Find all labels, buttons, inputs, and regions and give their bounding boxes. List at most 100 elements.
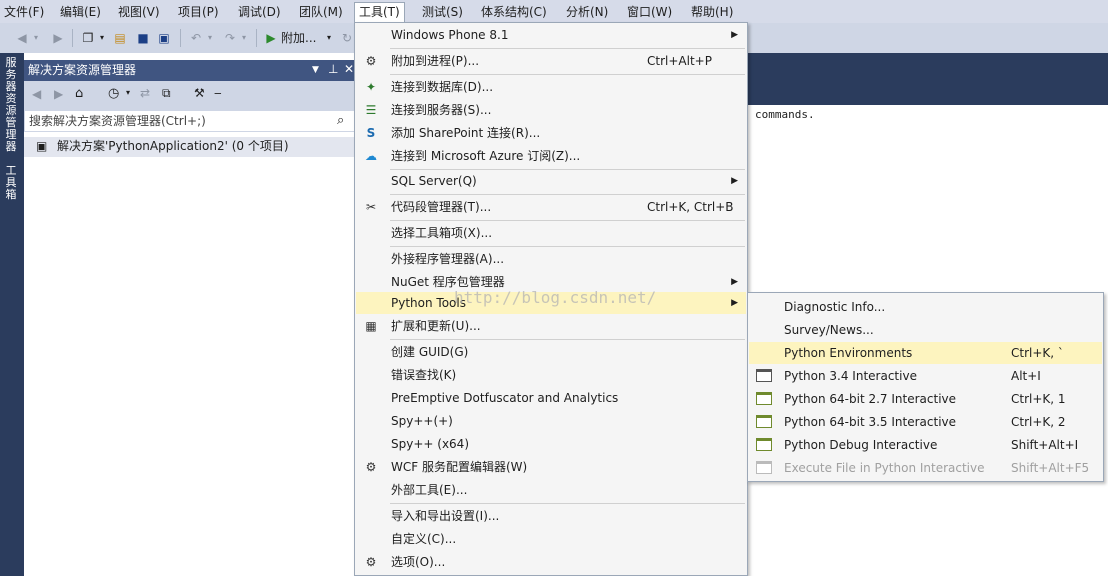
attach-button[interactable]: 附加... xyxy=(281,29,325,47)
menu-item-wcf-editor[interactable]: ⚙ WCF 服务配置编辑器(W) xyxy=(356,456,746,478)
chevron-down-icon[interactable]: ▾ xyxy=(325,29,333,47)
menu-help[interactable]: 帮助(H) xyxy=(687,2,737,22)
menu-debug[interactable]: 调试(D) xyxy=(234,2,285,22)
submenu-item-survey-news[interactable]: Survey/News... xyxy=(749,319,1102,341)
collapse-all-icon[interactable]: ⧉ xyxy=(162,86,171,101)
submenu-item-python-64-35-interactive[interactable]: Python 64-bit 3.5 Interactive Ctrl+K, 2 xyxy=(749,411,1102,433)
panel-title: 解决方案资源管理器 xyxy=(28,63,137,77)
forward-icon[interactable]: ▶ xyxy=(50,29,66,47)
submenu-item-python-environments[interactable]: Python Environments Ctrl+K, ` xyxy=(749,342,1102,364)
sharepoint-icon: S xyxy=(366,126,376,140)
open-folder-icon[interactable]: ▤ xyxy=(112,29,128,47)
menu-item-attach-to-process[interactable]: ⚙ 附加到进程(P)... Ctrl+Alt+P xyxy=(356,50,746,72)
menu-item-connect-server[interactable]: ☰ 连接到服务器(S)... xyxy=(356,99,746,121)
menu-item-windows-phone[interactable]: Windows Phone 8.1 ▶ xyxy=(356,24,746,46)
chevron-down-icon[interactable]: ▾ xyxy=(206,29,214,47)
preview-icon[interactable]: ‒ xyxy=(214,86,222,100)
server-explorer-tab[interactable]: 服务器资源管理器 xyxy=(2,57,20,153)
menu-item-customize[interactable]: 自定义(C)... xyxy=(356,528,746,550)
menu-item-addin-manager[interactable]: 外接程序管理器(A)... xyxy=(356,248,746,270)
home-icon[interactable]: ⌂ xyxy=(75,86,83,101)
menu-bar: 文件(F) 编辑(E) 视图(V) 项目(P) 调试(D) 团队(M) 工具(T… xyxy=(0,0,1108,23)
properties-wrench-icon[interactable]: ⚒ xyxy=(194,86,205,100)
forward-icon[interactable]: ▶ xyxy=(54,87,63,101)
submenu-item-execute-file-interactive[interactable]: Execute File in Python Interactive Shift… xyxy=(749,457,1102,479)
menu-item-spy[interactable]: Spy++(+) xyxy=(356,410,746,432)
menu-analyze[interactable]: 分析(N) xyxy=(562,2,612,22)
history-icon[interactable]: ◷ xyxy=(108,86,119,101)
window-icon xyxy=(756,461,772,474)
extensions-icon: ▦ xyxy=(365,319,377,333)
solution-icon: ▣ xyxy=(36,139,48,153)
sync-icon[interactable]: ⇄ xyxy=(140,86,150,100)
menu-item-spy-x64[interactable]: Spy++ (x64) xyxy=(356,433,746,455)
document-text: commands. xyxy=(755,108,815,121)
menu-item-sharepoint[interactable]: S 添加 SharePoint 连接(R)... xyxy=(356,122,746,144)
save-all-icon[interactable]: ▣ xyxy=(156,29,172,47)
save-icon[interactable]: ■ xyxy=(135,29,151,47)
start-icon[interactable]: ▶ xyxy=(264,29,278,47)
chevron-down-icon[interactable]: ▼ xyxy=(312,63,319,78)
menu-team[interactable]: 团队(M) xyxy=(295,2,347,22)
refresh-icon[interactable]: ↻ xyxy=(340,29,354,47)
menu-item-import-export[interactable]: 导入和导出设置(I)... xyxy=(356,505,746,527)
menu-item-options[interactable]: ⚙ 选项(O)... xyxy=(356,551,746,573)
back-icon[interactable]: ◀ xyxy=(14,29,30,47)
solution-explorer-toolbar: ◀ ▶ ⌂ ◷ ▾ ⇄ ⧉ ⚒ ‒ xyxy=(24,81,359,110)
chevron-down-icon[interactable]: ▾ xyxy=(240,29,248,47)
menu-tools[interactable]: 工具(T) xyxy=(354,2,405,23)
solution-explorer-search[interactable]: 搜索解决方案资源管理器(Ctrl+;) ⌕ xyxy=(24,110,359,132)
chevron-down-icon[interactable]: ▾ xyxy=(32,29,40,47)
submenu-item-python-64-27-interactive[interactable]: Python 64-bit 2.7 Interactive Ctrl+K, 1 xyxy=(749,388,1102,410)
python-tools-submenu: Diagnostic Info... Survey/News... Python… xyxy=(747,292,1104,482)
menu-item-connect-database[interactable]: ✦ 连接到数据库(D)... xyxy=(356,76,746,98)
menu-item-choose-toolbox[interactable]: 选择工具箱项(X)... xyxy=(356,222,746,244)
menu-item-azure[interactable]: ☁ 连接到 Microsoft Azure 订阅(Z)... xyxy=(356,145,746,167)
submenu-arrow-icon: ▶ xyxy=(731,176,738,186)
menu-test[interactable]: 测试(S) xyxy=(418,2,467,22)
menu-view[interactable]: 视图(V) xyxy=(114,2,164,22)
window-icon xyxy=(756,415,772,428)
submenu-item-diagnostic-info[interactable]: Diagnostic Info... xyxy=(749,296,1102,318)
menu-item-dotfuscator[interactable]: PreEmptive Dotfuscator and Analytics xyxy=(356,387,746,409)
server-connect-icon: ☰ xyxy=(365,103,377,117)
wcf-gear-icon: ⚙ xyxy=(365,460,377,474)
menu-item-nuget[interactable]: NuGet 程序包管理器 ▶ xyxy=(356,271,746,293)
menu-window[interactable]: 窗口(W) xyxy=(623,2,676,22)
snippet-icon: ✂ xyxy=(365,200,377,214)
window-icon xyxy=(756,369,772,382)
toolbox-tab[interactable]: 工具箱 xyxy=(2,165,20,201)
menu-file[interactable]: 文件(F) xyxy=(0,2,48,22)
redo-icon[interactable]: ↷ xyxy=(222,29,238,47)
new-project-icon[interactable]: ❐ xyxy=(80,29,96,47)
close-icon[interactable]: ✕ xyxy=(344,62,354,77)
options-gear-icon: ⚙ xyxy=(365,555,377,569)
search-icon[interactable]: ⌕ xyxy=(337,113,344,128)
pin-icon[interactable]: ⊥ xyxy=(328,62,338,77)
submenu-arrow-icon: ▶ xyxy=(731,298,738,308)
menu-edit[interactable]: 编辑(E) xyxy=(56,2,105,22)
undo-icon[interactable]: ↶ xyxy=(188,29,204,47)
menu-architecture[interactable]: 体系结构(C) xyxy=(477,2,551,22)
submenu-item-python-debug-interactive[interactable]: Python Debug Interactive Shift+Alt+I xyxy=(749,434,1102,456)
submenu-arrow-icon: ▶ xyxy=(731,277,738,287)
solution-node[interactable]: ▣ 解决方案'PythonApplication2' (0 个项目) xyxy=(24,137,358,157)
menu-item-external-tools[interactable]: 外部工具(E)... xyxy=(356,479,746,501)
search-input[interactable]: 搜索解决方案资源管理器(Ctrl+;) xyxy=(29,114,206,129)
menu-item-sql-server[interactable]: SQL Server(Q) ▶ xyxy=(356,170,746,192)
back-icon[interactable]: ◀ xyxy=(32,87,41,101)
menu-item-error-lookup[interactable]: 错误查找(K) xyxy=(356,364,746,386)
menu-item-snippets-manager[interactable]: ✂ 代码段管理器(T)... Ctrl+K, Ctrl+B xyxy=(356,196,746,218)
menu-item-extensions[interactable]: ▦ 扩展和更新(U)... xyxy=(356,315,746,337)
menu-item-python-tools[interactable]: Python Tools ▶ xyxy=(356,292,746,314)
menu-item-create-guid[interactable]: 创建 GUID(G) xyxy=(356,341,746,363)
solution-explorer-titlebar: 解决方案资源管理器 ▼ ⊥ ✕ xyxy=(24,60,359,81)
menu-project[interactable]: 项目(P) xyxy=(174,2,223,22)
submenu-item-python-34-interactive[interactable]: Python 3.4 Interactive Alt+I xyxy=(749,365,1102,387)
submenu-arrow-icon: ▶ xyxy=(731,30,738,40)
window-icon xyxy=(756,392,772,405)
solution-tree: ▣ 解决方案'PythonApplication2' (0 个项目) xyxy=(24,132,359,576)
chevron-down-icon[interactable]: ▾ xyxy=(126,88,130,97)
window-icon xyxy=(756,438,772,451)
chevron-down-icon[interactable]: ▾ xyxy=(98,29,106,47)
